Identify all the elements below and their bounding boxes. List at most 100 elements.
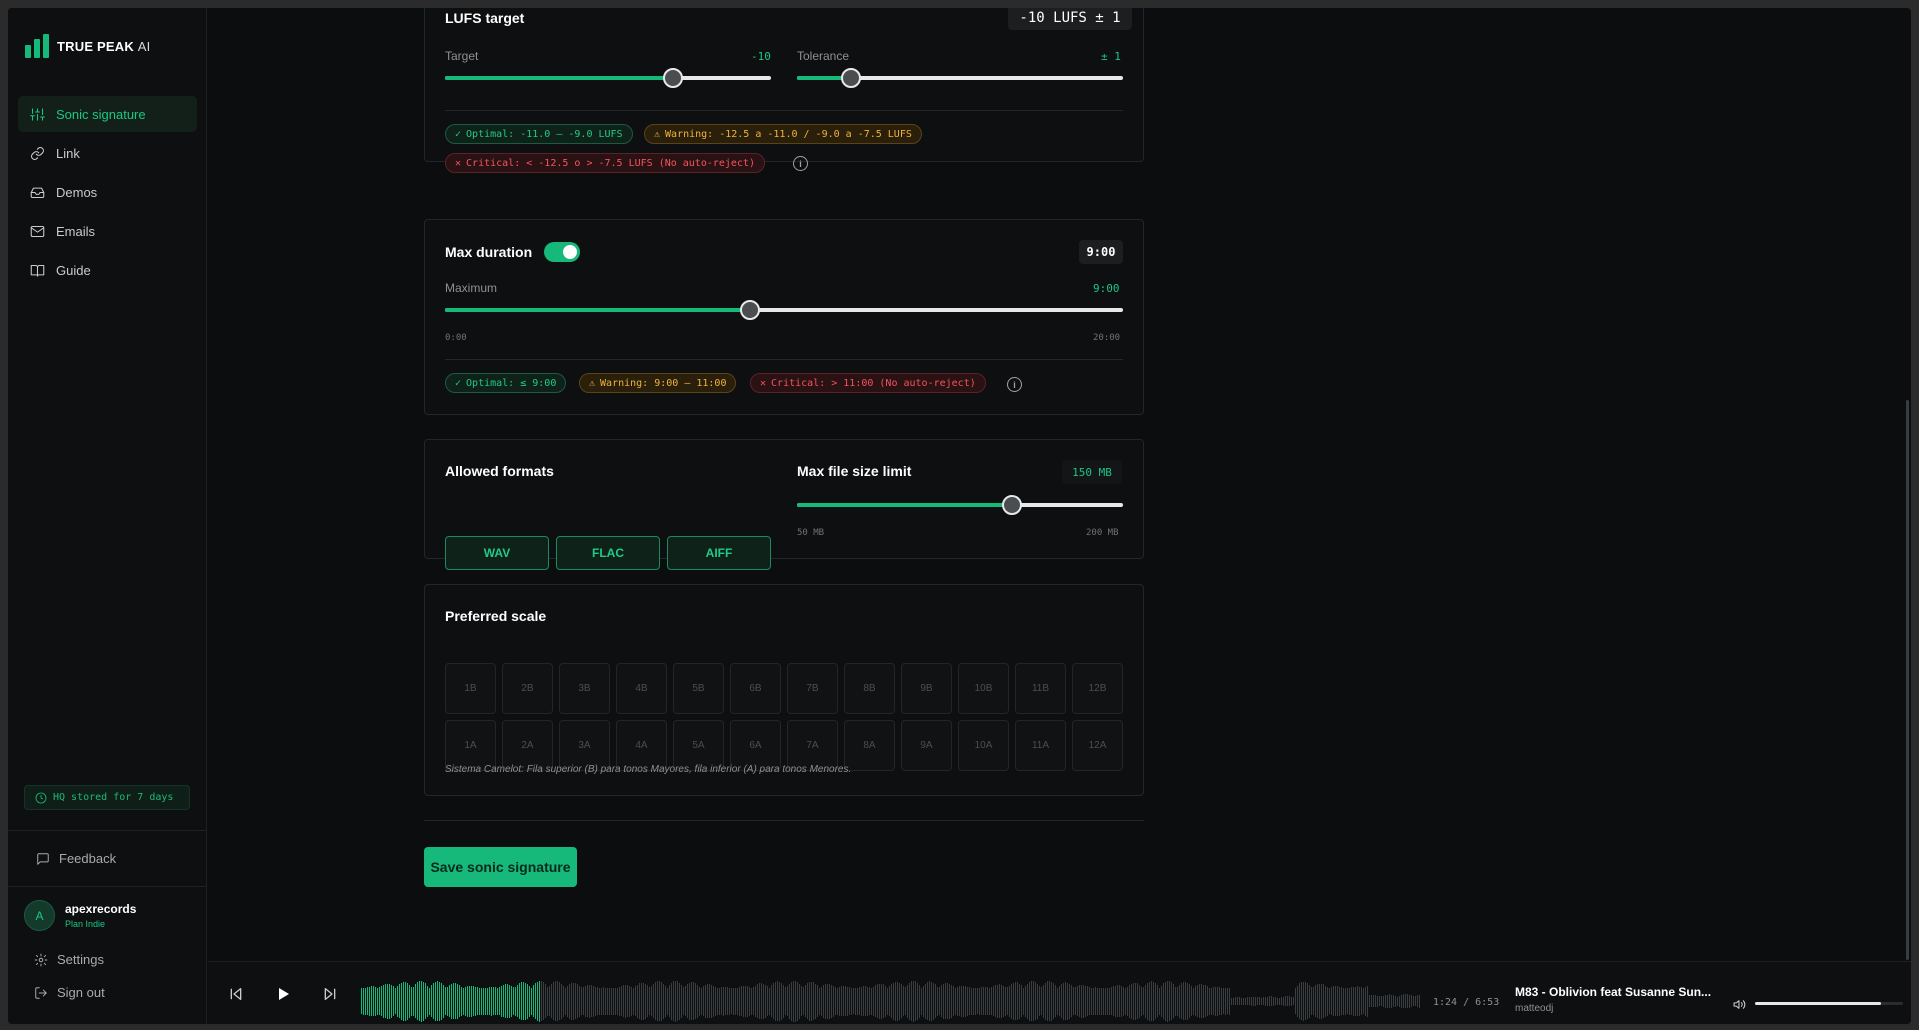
waveform-bar <box>1369 995 1370 1007</box>
key-12b-button[interactable]: 12B <box>1072 663 1123 714</box>
waveform-bar <box>1039 986 1040 1016</box>
waveform-bar <box>1137 983 1138 1019</box>
waveform-bar <box>457 984 458 1019</box>
key-6b-button[interactable]: 6B <box>730 663 781 714</box>
waveform-bar <box>949 984 950 1019</box>
format-flac-button[interactable]: FLAC <box>556 536 660 570</box>
waveform-bar <box>575 983 576 1019</box>
waveform-bar <box>1157 985 1158 1017</box>
duration-toggle[interactable] <box>544 242 580 262</box>
waveform-bar <box>853 988 854 1014</box>
feedback-link[interactable]: Feedback <box>36 851 116 866</box>
slider-thumb[interactable] <box>740 300 761 320</box>
duration-slider[interactable] <box>445 300 1123 320</box>
waveform-bar <box>815 984 816 1019</box>
key-4b-button[interactable]: 4B <box>616 663 667 714</box>
waveform-bar <box>1225 988 1226 1015</box>
waveform-bar <box>677 981 678 1021</box>
sidebar-item-link[interactable]: Link <box>18 135 197 171</box>
key-3b-button[interactable]: 3B <box>559 663 610 714</box>
waveform-bar <box>1029 982 1030 1021</box>
target-slider[interactable] <box>445 68 771 88</box>
key-11b-button[interactable]: 11B <box>1015 663 1066 714</box>
waveform-bar <box>523 982 524 1020</box>
waveform-bar <box>399 984 400 1018</box>
formats-title: Allowed formats <box>445 463 554 479</box>
waveform-bar <box>1109 988 1110 1015</box>
waveform-bar <box>701 988 702 1015</box>
brand-logo[interactable]: TRUE PEAK AI <box>25 34 150 58</box>
waveform-bar <box>669 985 670 1017</box>
settings-link[interactable]: Settings <box>34 952 104 967</box>
key-12a-button[interactable]: 12A <box>1072 720 1123 771</box>
waveform-bar <box>643 983 644 1020</box>
sign-out-link[interactable]: Sign out <box>34 985 105 1000</box>
waveform-bar <box>553 982 554 1020</box>
skip-forward-icon <box>324 988 336 1000</box>
waveform-bar <box>1405 994 1406 1008</box>
key-9b-button[interactable]: 9B <box>901 663 952 714</box>
waveform-bar <box>887 988 888 1015</box>
volume-slider[interactable] <box>1755 1002 1903 1005</box>
format-aiff-button[interactable]: AIFF <box>667 536 771 570</box>
slider-thumb[interactable] <box>840 68 861 88</box>
waveform-bar <box>1219 987 1220 1015</box>
play-button[interactable] <box>275 986 291 1007</box>
waveform-bar <box>931 982 932 1021</box>
waveform-bar <box>1223 988 1224 1014</box>
info-icon[interactable]: i <box>1007 377 1022 392</box>
sidebar-item-demos[interactable]: Demos <box>18 174 197 210</box>
waveform-bar <box>1331 987 1332 1015</box>
key-5b-button[interactable]: 5B <box>673 663 724 714</box>
waveform-bar <box>673 981 674 1021</box>
waveform-bar <box>737 988 738 1015</box>
previous-track-button[interactable] <box>228 986 244 1007</box>
sidebar-item-sonic-signature[interactable]: Sonic signature <box>18 96 197 132</box>
key-8b-button[interactable]: 8B <box>844 663 895 714</box>
key-10a-button[interactable]: 10A <box>958 720 1009 771</box>
waveform-bar <box>1041 987 1042 1015</box>
waveform-bar <box>1007 987 1008 1015</box>
waveform-bar <box>1291 997 1292 1006</box>
waveform-bar <box>473 986 474 1016</box>
waveform-seekbar[interactable] <box>361 977 1420 1024</box>
page-scrollbar[interactable] <box>1906 400 1909 960</box>
slider-thumb[interactable] <box>1001 495 1022 515</box>
waveform-bar <box>439 982 440 1021</box>
key-1b-button[interactable]: 1B <box>445 663 496 714</box>
sidebar-item-emails[interactable]: Emails <box>18 213 197 249</box>
tolerance-slider[interactable] <box>797 68 1123 88</box>
key-9a-button[interactable]: 9A <box>901 720 952 771</box>
waveform-bar <box>1037 984 1038 1019</box>
waveform-bar <box>1139 985 1140 1018</box>
next-track-button[interactable] <box>322 986 338 1007</box>
format-wav-button[interactable]: WAV <box>445 536 549 570</box>
sidebar-item-guide[interactable]: Guide <box>18 252 197 288</box>
key-2b-button[interactable]: 2B <box>502 663 553 714</box>
key-11a-button[interactable]: 11A <box>1015 720 1066 771</box>
waveform-bar <box>1347 988 1348 1014</box>
save-sonic-signature-button[interactable]: Save sonic signature <box>424 847 577 887</box>
waveform-bar <box>1419 995 1420 1008</box>
key-10b-button[interactable]: 10B <box>958 663 1009 714</box>
key-7b-button[interactable]: 7B <box>787 663 838 714</box>
info-icon[interactable]: i <box>793 156 808 171</box>
waveform-bar <box>987 987 988 1015</box>
key-8a-button[interactable]: 8A <box>844 720 895 771</box>
waveform-bar <box>1025 986 1026 1017</box>
waveform-bar <box>1413 996 1414 1006</box>
optimal-range-chip: ✓ Optimal: -11.0 — -9.0 LUFS <box>445 124 633 144</box>
waveform-bar <box>1237 997 1238 1005</box>
waveform-bar <box>537 982 538 1021</box>
waveform-bar <box>481 988 482 1015</box>
waveform-bar <box>555 981 556 1021</box>
volume-icon[interactable] <box>1733 998 1746 1016</box>
waveform-bar <box>883 984 884 1018</box>
waveform-bar <box>881 984 882 1019</box>
waveform-bar <box>867 987 868 1016</box>
waveform-bar <box>993 986 994 1016</box>
file-size-slider[interactable] <box>797 495 1123 515</box>
waveform-bar <box>597 987 598 1015</box>
user-profile[interactable]: A apexrecords Plan Indie <box>24 900 136 931</box>
waveform-bar <box>431 985 432 1017</box>
